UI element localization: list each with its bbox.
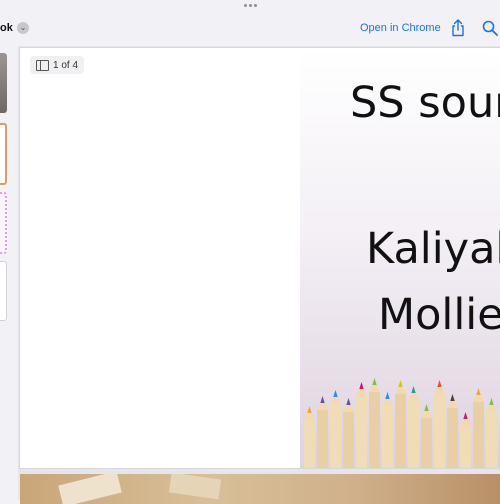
slide-author-1: Kaliyah: [366, 224, 500, 274]
colored-pencils-image: [304, 378, 497, 468]
sidebar-toggle-icon: [36, 59, 49, 71]
document-title[interactable]: ok: [0, 22, 13, 34]
page-indicator[interactable]: 1 of 4: [30, 56, 85, 74]
decorative-tape: [168, 474, 222, 500]
slide-content: SS sour Kaliyah Mollie: [300, 48, 500, 468]
more-dots-icon[interactable]: [244, 4, 257, 7]
open-in-chrome-button[interactable]: Open in Chrome: [360, 22, 441, 34]
page-thumbnail-3[interactable]: [0, 192, 7, 254]
slide-title: SS sour: [350, 78, 500, 128]
page-thumbnail-sidebar: [0, 46, 12, 500]
document-viewer[interactable]: 1 of 4 SS sour Kaliyah Mollie: [18, 46, 500, 504]
share-icon[interactable]: [450, 19, 466, 37]
slide-author-2: Mollie: [378, 290, 500, 340]
document-page: 1 of 4 SS sour Kaliyah Mollie: [20, 48, 500, 468]
page-thumbnail-2[interactable]: [0, 123, 7, 185]
page-thumbnail-1[interactable]: [0, 53, 7, 113]
search-icon[interactable]: [482, 20, 498, 36]
chevron-down-icon[interactable]: ⌄: [17, 22, 29, 34]
page-indicator-label: 1 of 4: [53, 59, 79, 71]
top-toolbar: ok ⌄ Open in Chrome: [0, 0, 500, 46]
page-thumbnail-4[interactable]: [0, 261, 7, 321]
